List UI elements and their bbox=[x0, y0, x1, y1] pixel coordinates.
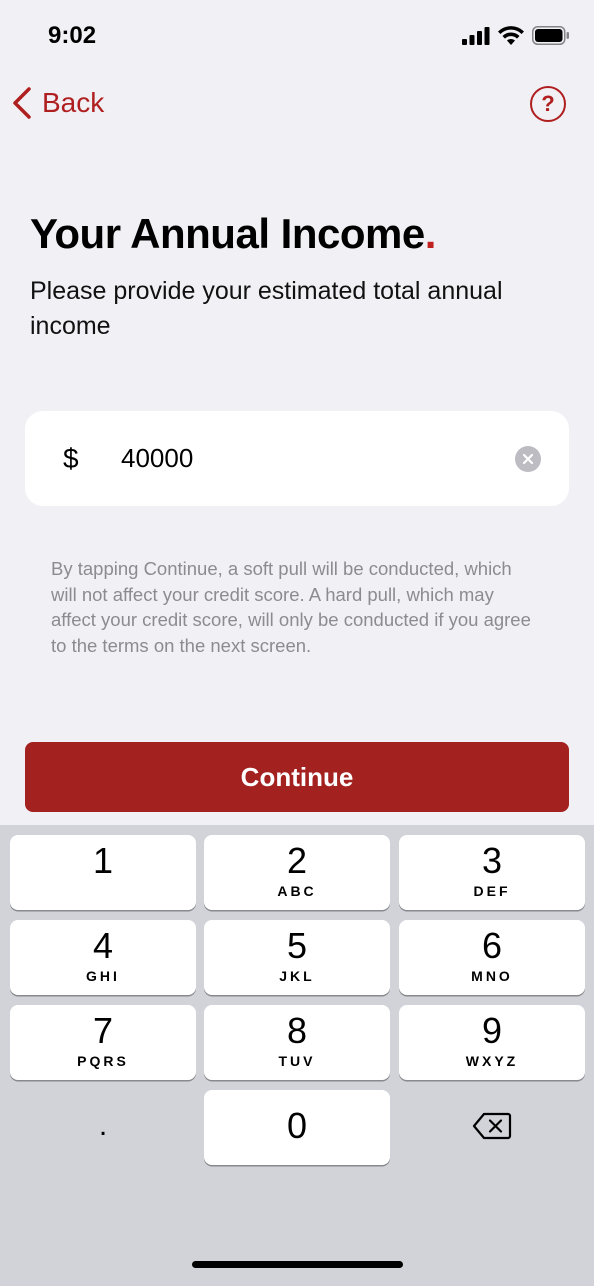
title-accent-dot: . bbox=[424, 210, 437, 257]
page-subtitle: Please provide your estimated total annu… bbox=[30, 277, 503, 340]
key-digit: 2 bbox=[286, 840, 308, 881]
page-title: Your Annual Income. bbox=[30, 210, 436, 258]
key-0[interactable]: 0 bbox=[204, 1090, 390, 1165]
income-input[interactable] bbox=[121, 437, 501, 479]
key-digit: 6 bbox=[481, 925, 503, 966]
key-8[interactable]: 8 TUV bbox=[204, 1005, 390, 1080]
clear-input-button[interactable] bbox=[515, 446, 541, 472]
key-letters: JKL bbox=[279, 968, 315, 984]
status-time: 9:02 bbox=[48, 22, 97, 49]
key-4[interactable]: 4 GHI bbox=[10, 920, 196, 995]
wifi-icon bbox=[498, 26, 524, 45]
key-letters: GHI bbox=[86, 968, 120, 984]
key-2[interactable]: 2 ABC bbox=[204, 835, 390, 910]
key-digit: 3 bbox=[481, 840, 503, 881]
key-digit: 7 bbox=[92, 1010, 114, 1051]
key-9[interactable]: 9 WXYZ bbox=[399, 1005, 585, 1080]
nav-bar: Back ? bbox=[0, 80, 594, 130]
status-bar: 9:02 bbox=[0, 0, 594, 72]
back-label: Back bbox=[42, 87, 105, 118]
key-5[interactable]: 5 JKL bbox=[204, 920, 390, 995]
continue-button[interactable]: Continue bbox=[25, 742, 569, 812]
question-mark-icon: ? bbox=[541, 91, 555, 116]
status-icons bbox=[462, 26, 570, 45]
back-button[interactable]: Back bbox=[12, 86, 104, 120]
key-digit: . bbox=[98, 1109, 108, 1142]
key-letters: WXYZ bbox=[465, 1053, 519, 1069]
key-letters: DEF bbox=[473, 883, 511, 899]
key-delete[interactable] bbox=[399, 1090, 585, 1165]
key-7[interactable]: 7 PQRS bbox=[10, 1005, 196, 1080]
battery-icon bbox=[532, 26, 569, 45]
page-title-text: Your Annual Income bbox=[30, 210, 425, 257]
currency-symbol: $ bbox=[63, 443, 79, 474]
clear-x-icon bbox=[522, 453, 534, 465]
home-indicator[interactable] bbox=[192, 1261, 403, 1268]
key-1[interactable]: 1 bbox=[10, 835, 196, 910]
chevron-left-icon bbox=[13, 87, 31, 119]
key-6[interactable]: 6 MNO bbox=[399, 920, 585, 995]
key-letters: PQRS bbox=[77, 1053, 129, 1069]
cellular-signal-icon bbox=[462, 26, 490, 45]
soft-pull-disclaimer: By tapping Continue, a soft pull will be… bbox=[51, 558, 531, 656]
key-digit: 8 bbox=[286, 1010, 308, 1051]
income-input-card[interactable]: $ bbox=[25, 411, 569, 506]
help-button[interactable]: ? bbox=[530, 86, 566, 122]
key-3[interactable]: 3 DEF bbox=[399, 835, 585, 910]
key-digit: 4 bbox=[92, 925, 114, 966]
key-letters: ABC bbox=[277, 883, 317, 899]
backspace-icon bbox=[472, 1112, 512, 1140]
numeric-keyboard: 1 2 ABC 3 DEF 4 GHI 5 JKL 6 MNO 7 PQRS 8… bbox=[0, 825, 594, 1286]
key-letters: MNO bbox=[471, 968, 513, 984]
key-letters: TUV bbox=[278, 1053, 316, 1069]
key-digit: 5 bbox=[286, 925, 308, 966]
key-decimal[interactable]: . bbox=[10, 1090, 196, 1165]
key-digit: 1 bbox=[92, 840, 114, 881]
key-digit: 9 bbox=[481, 1010, 503, 1051]
key-digit: 0 bbox=[286, 1105, 308, 1146]
